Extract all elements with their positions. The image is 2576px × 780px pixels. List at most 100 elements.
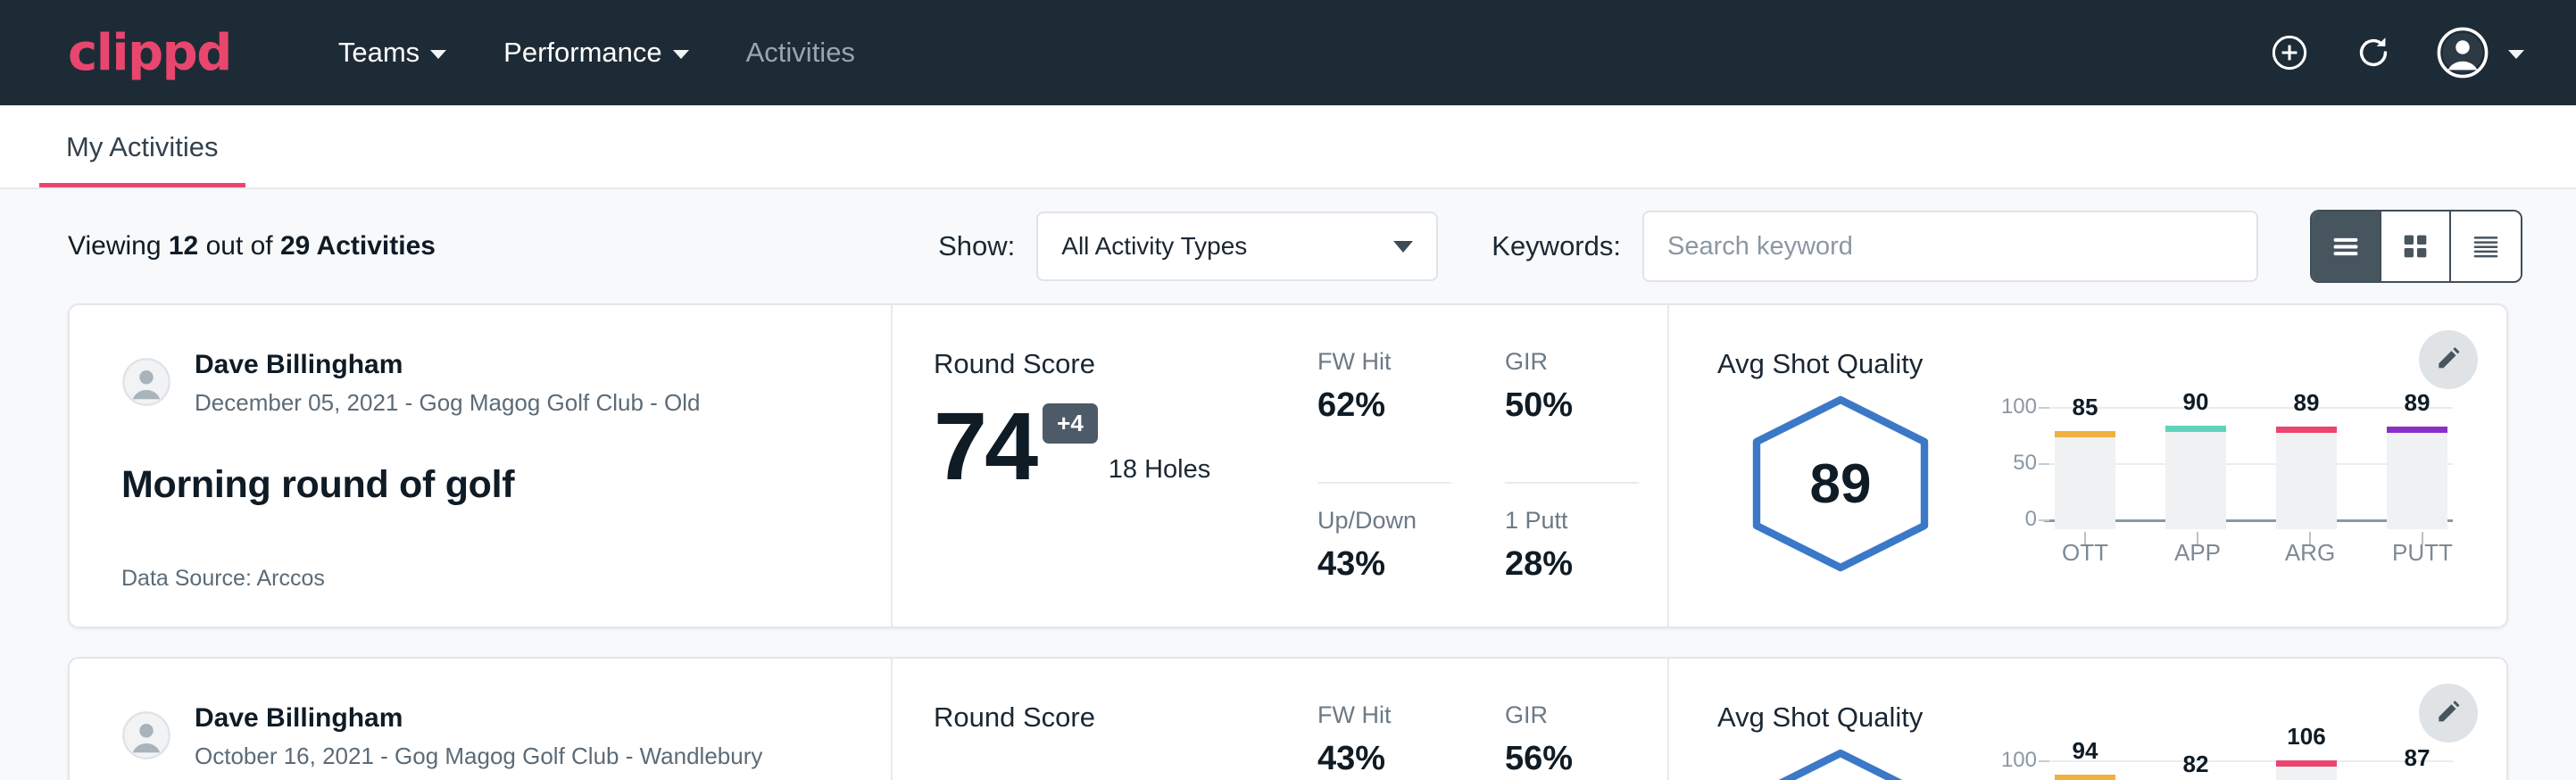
holes-played: 18 Holes (1109, 455, 1210, 485)
quality-score-value: 89 (1744, 394, 1937, 573)
avatar (2437, 27, 2489, 79)
stat-value: 50% (1505, 386, 1639, 425)
chart-bar: 85 (2055, 407, 2115, 529)
player-header: Dave Billingham October 16, 2021 - Gog M… (121, 701, 891, 770)
show-label: Show: (938, 230, 1015, 262)
app-logo[interactable]: clippd (68, 24, 231, 82)
stat-value: 43% (1317, 545, 1451, 584)
activity-data-source: Data Source: Arccos (121, 566, 891, 592)
round-score-value: 74 (934, 402, 1035, 490)
chevron-down-icon (430, 50, 446, 59)
page-body: Viewing 12 out of 29 Activities Show: Al… (0, 189, 2576, 780)
list-icon (2328, 228, 2364, 264)
round-stats: FW Hit 62% GIR 50% Up/Down 43% 1 Putt 28… (1317, 348, 1639, 626)
activity-meta: October 16, 2021 - Gog Magog Golf Club -… (195, 743, 762, 770)
round-score-label: Round Score (934, 348, 1317, 380)
avg-shot-quality-label: Avg Shot Quality (1717, 701, 2506, 734)
chart-bar: 94 (2055, 760, 2115, 780)
tab-bar: My Activities (0, 105, 2576, 189)
avg-shot-quality-section: Avg Shot Quality 89 100 (1667, 305, 2506, 626)
stat-label: FW Hit (1317, 701, 1451, 729)
chart-bar: 106 (2276, 760, 2337, 780)
search-input[interactable] (1642, 211, 2258, 282)
activity-card[interactable]: Dave Billingham October 16, 2021 - Gog M… (68, 657, 2508, 780)
nav-item-activities-label: Activities (746, 37, 855, 69)
edit-activity-button[interactable] (2419, 330, 2478, 389)
chart-bar-value: 94 (2055, 737, 2115, 765)
stat-value: 56% (1505, 740, 1639, 778)
add-icon[interactable] (2269, 32, 2310, 73)
activity-card-list: Dave Billingham December 05, 2021 - Gog … (0, 303, 2576, 780)
primary-nav: Teams Performance Activities (310, 24, 884, 81)
avg-shot-quality-section: Avg Shot Quality 100 (1667, 659, 2506, 780)
stat-label: FW Hit (1317, 348, 1451, 376)
viewing-count-text: Viewing 12 out of 29 Activities (68, 231, 436, 261)
activity-card[interactable]: Dave Billingham December 05, 2021 - Gog … (68, 303, 2508, 628)
activity-meta: December 05, 2021 - Gog Magog Golf Club … (195, 389, 701, 417)
chart-bar-value: 87 (2387, 744, 2447, 772)
stat-label: Up/Down (1317, 507, 1451, 535)
chart-bar-cap (2165, 426, 2226, 432)
chart-bar-cap (2055, 431, 2115, 437)
quality-score-value (1744, 748, 1937, 780)
chart-bar-value: 85 (2055, 394, 2115, 421)
stat-up-down: Up/Down 43% (1317, 507, 1451, 626)
top-navbar: clippd Teams Performance Activities (0, 0, 2576, 105)
pencil-icon (2434, 699, 2463, 727)
edit-activity-button[interactable] (2419, 684, 2478, 743)
avatar (121, 357, 171, 407)
keywords-label: Keywords: (1492, 230, 1621, 262)
grid-view-button[interactable] (2381, 212, 2451, 281)
chevron-down-icon (673, 50, 689, 59)
activity-type-select[interactable]: All Activity Types (1036, 212, 1438, 281)
chart-x-tick (2392, 532, 2453, 544)
filter-bar: Viewing 12 out of 29 Activities Show: Al… (0, 189, 2576, 303)
tab-my-activities[interactable]: My Activities (39, 131, 245, 187)
player-name: Dave Billingham (195, 348, 701, 382)
chart-bar-value: 89 (2387, 389, 2447, 417)
quality-hexagon: 89 (1744, 394, 1937, 573)
stat-label: GIR (1505, 701, 1639, 729)
filter-controls: Show: All Activity Types Keywords: (938, 210, 2522, 283)
chart-bar-value: 106 (2276, 723, 2337, 751)
player-header: Dave Billingham December 05, 2021 - Gog … (121, 348, 891, 417)
chart-bar: 89 (2276, 407, 2337, 529)
activity-summary: Dave Billingham October 16, 2021 - Gog M… (70, 659, 891, 780)
stat-one-putt: 1 Putt 28% (1505, 507, 1639, 626)
viewing-total: 29 Activities (280, 231, 436, 261)
chart-x-tick (2280, 532, 2340, 544)
nav-item-performance[interactable]: Performance (475, 24, 717, 81)
round-score-label: Round Score (934, 701, 1317, 734)
compact-view-button[interactable] (2451, 212, 2521, 281)
nav-item-activities[interactable]: Activities (718, 24, 884, 81)
chart-bar-cap (2276, 427, 2337, 433)
shot-quality-chart: 100 50 0 85908989 OTTAPPARGPUTT (1996, 407, 2458, 567)
grid-icon (2397, 228, 2433, 264)
viewing-count: 12 (169, 231, 198, 261)
round-stats: FW Hit 43% GIR 56% (1317, 701, 1639, 780)
view-mode-toggle (2310, 210, 2522, 283)
chart-bar-cap (2276, 760, 2337, 767)
nav-item-teams-label: Teams (338, 37, 420, 69)
stat-label: GIR (1505, 348, 1639, 376)
list-view-button[interactable] (2312, 212, 2381, 281)
chevron-down-icon (2508, 50, 2524, 59)
viewing-mid: out of (198, 231, 280, 261)
stat-gir: GIR 50% (1505, 348, 1639, 484)
chart-bar-value: 90 (2165, 388, 2226, 416)
nav-item-teams[interactable]: Teams (310, 24, 475, 81)
chart-x-tick (2167, 532, 2228, 544)
round-score-section: Round Score 74 +4 18 Holes FW Hit 62% GI… (891, 305, 1667, 626)
pencil-icon (2434, 345, 2463, 374)
quality-hexagon (1744, 748, 1937, 780)
chart-x-tick (2055, 532, 2115, 544)
account-menu[interactable] (2437, 27, 2524, 79)
compact-list-icon (2468, 228, 2504, 264)
chart-bar-value: 89 (2276, 389, 2337, 417)
refresh-icon[interactable] (2353, 32, 2394, 73)
stat-fw-hit: FW Hit 43% (1317, 701, 1451, 780)
chart-bar-cap (2387, 427, 2447, 433)
chart-bar: 87 (2387, 760, 2447, 780)
stat-gir: GIR 56% (1505, 701, 1639, 780)
round-score-section: Round Score FW Hit 43% GIR 56% (891, 659, 1667, 780)
